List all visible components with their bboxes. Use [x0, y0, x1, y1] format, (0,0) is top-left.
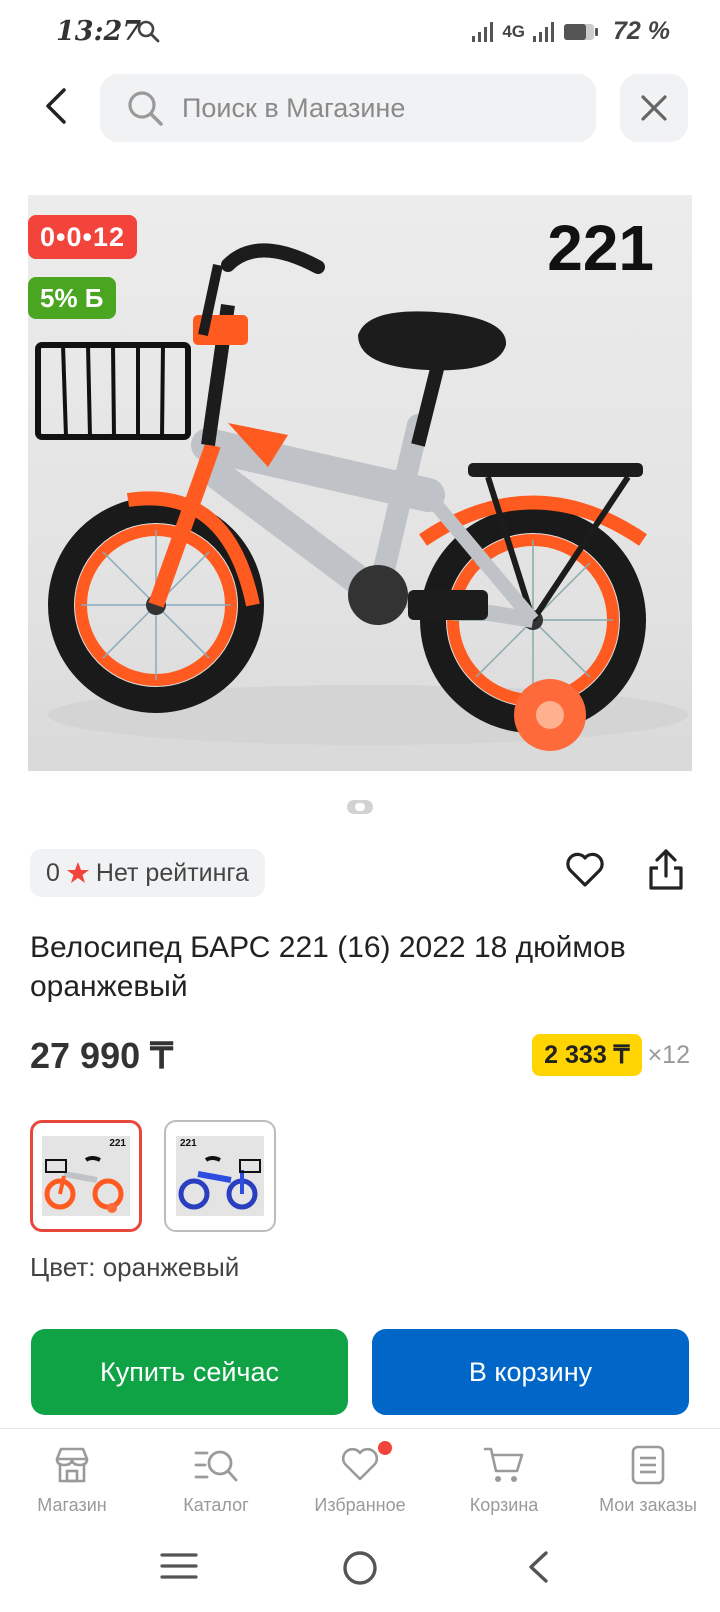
status-bar: 13:27 4G 72 % — [0, 0, 720, 62]
status-indicators: 4G 72 % — [472, 17, 670, 46]
color-variant-orange[interactable]: 221 — [30, 1120, 142, 1232]
buy-now-button[interactable]: Купить сейчас — [31, 1329, 348, 1415]
tab-label: Мои заказы — [599, 1495, 697, 1515]
tab-orders[interactable]: Мои заказы — [576, 1429, 720, 1524]
star-icon — [66, 862, 89, 883]
color-variant-blue[interactable]: 221 — [164, 1120, 276, 1232]
tab-label: Корзина — [469, 1495, 539, 1515]
heart-icon — [341, 1447, 379, 1481]
variant-model-number: 221 — [180, 1138, 197, 1149]
battery-percent: 72 % — [613, 17, 670, 45]
status-search-icon — [136, 19, 160, 48]
installment-badge: 0•0•12 — [28, 215, 137, 259]
add-to-cart-button[interactable]: В корзину — [372, 1329, 689, 1415]
signal-icon — [472, 21, 494, 42]
product-price: 27 990 ₸ — [30, 1035, 174, 1076]
share-icon — [649, 849, 683, 890]
model-number: 221 — [547, 212, 654, 284]
tab-label: Каталог — [183, 1495, 249, 1515]
cart-icon — [483, 1447, 524, 1482]
search-header — [0, 72, 720, 144]
product-image[interactable]: 0•0•12 5% Б 221 — [28, 195, 692, 771]
home-circle-icon — [343, 1551, 377, 1585]
installment-amount: 2 333 ₸ — [532, 1034, 642, 1076]
search-icon — [128, 91, 163, 126]
close-icon — [641, 95, 667, 121]
recent-apps-button[interactable] — [160, 1550, 198, 1587]
network-type: 4G — [502, 21, 526, 41]
menu-icon — [160, 1553, 198, 1579]
system-navigation-bar — [0, 1536, 720, 1612]
image-pager-indicator — [347, 800, 373, 814]
back-button[interactable] — [36, 84, 76, 128]
variant-model-number: 221 — [109, 1138, 126, 1149]
color-label: Цвет: оранжевый — [30, 1252, 240, 1282]
tab-label: Избранное — [314, 1495, 406, 1515]
back-arrow-icon — [46, 88, 66, 124]
status-time: 13:27 — [56, 16, 142, 47]
bottom-tab-bar: Магазин Каталог Избранное Корзина Мои за… — [0, 1428, 720, 1524]
tab-label: Магазин — [37, 1495, 107, 1515]
rating-value: 0 — [46, 858, 60, 887]
installment-info[interactable]: 2 333 ₸ ×12 — [532, 1034, 690, 1076]
product-title: Велосипед БАРС 221 (16) 2022 18 дюймов о… — [30, 931, 626, 1003]
rating-chip[interactable]: 0 Нет рейтинга — [30, 849, 265, 897]
back-chevron-icon — [529, 1551, 548, 1583]
search-box[interactable] — [100, 74, 596, 142]
store-icon — [55, 1447, 89, 1483]
system-back-button[interactable] — [526, 1550, 550, 1589]
tab-cart[interactable]: Корзина — [432, 1429, 576, 1524]
share-button[interactable] — [646, 848, 690, 896]
catalog-icon — [194, 1450, 238, 1482]
rating-text: Нет рейтинга — [95, 858, 249, 887]
home-button[interactable] — [342, 1550, 378, 1591]
tab-store[interactable]: Магазин — [0, 1429, 144, 1524]
clear-search-button[interactable] — [620, 74, 688, 142]
notification-dot — [378, 1441, 392, 1455]
variant-thumbnail-orange: 221 — [42, 1136, 130, 1216]
signal-icon-2 — [533, 21, 555, 42]
bonus-badge: 5% Б — [28, 277, 116, 319]
heart-icon — [566, 852, 604, 887]
search-input[interactable] — [182, 92, 572, 124]
battery-icon — [564, 23, 599, 40]
installment-multiplier: ×12 — [647, 1040, 690, 1069]
tab-catalog[interactable]: Каталог — [144, 1429, 288, 1524]
tab-favorites[interactable]: Избранное — [288, 1429, 432, 1524]
orders-icon — [631, 1445, 665, 1485]
variant-thumbnail-blue: 221 — [176, 1136, 264, 1216]
favorite-button[interactable] — [565, 852, 609, 896]
